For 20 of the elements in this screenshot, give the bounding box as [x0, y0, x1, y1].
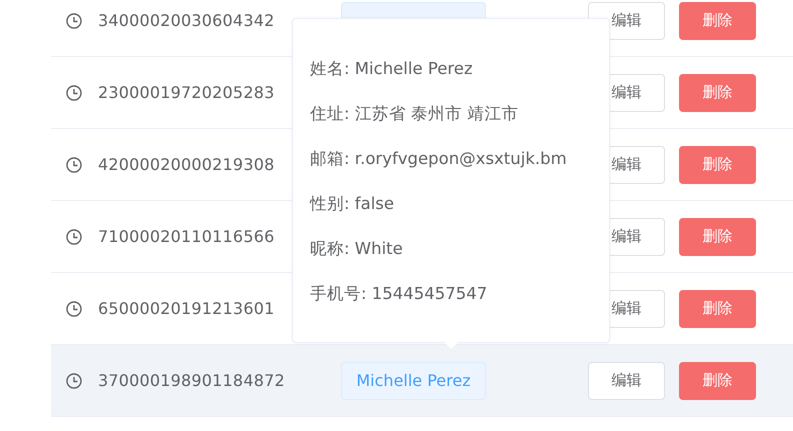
- clock-icon: [66, 156, 82, 172]
- id-text: 42000020000219308: [98, 155, 274, 174]
- id-text: 71000020110116566: [98, 227, 274, 246]
- popover-line: 住址: 江苏省 泰州市 靖江市: [310, 103, 520, 125]
- clock-icon: [66, 12, 82, 28]
- popover-line: 性别: false: [310, 193, 396, 215]
- id-text: 370000198901184872: [98, 371, 285, 390]
- id-text: 65000020191213601: [98, 299, 274, 318]
- popover-line: 姓名: Michelle Perez: [310, 58, 474, 80]
- clock-icon: [66, 300, 82, 316]
- id-text: 23000019720205283: [98, 83, 274, 102]
- name-tag: Michelle Perez: [341, 362, 486, 400]
- id-text: 34000020030604342: [98, 11, 274, 30]
- popover-line: 昵称: White: [310, 238, 404, 260]
- popover-line: 手机号: 15445457547: [310, 283, 488, 305]
- clock-icon: [66, 228, 82, 244]
- edit-button[interactable]: 编辑: [588, 362, 665, 400]
- clock-icon: [66, 84, 82, 100]
- popover-line: 邮箱: r.oryfvgepon@xsxtujk.bm: [310, 148, 568, 170]
- clock-icon: [66, 372, 82, 388]
